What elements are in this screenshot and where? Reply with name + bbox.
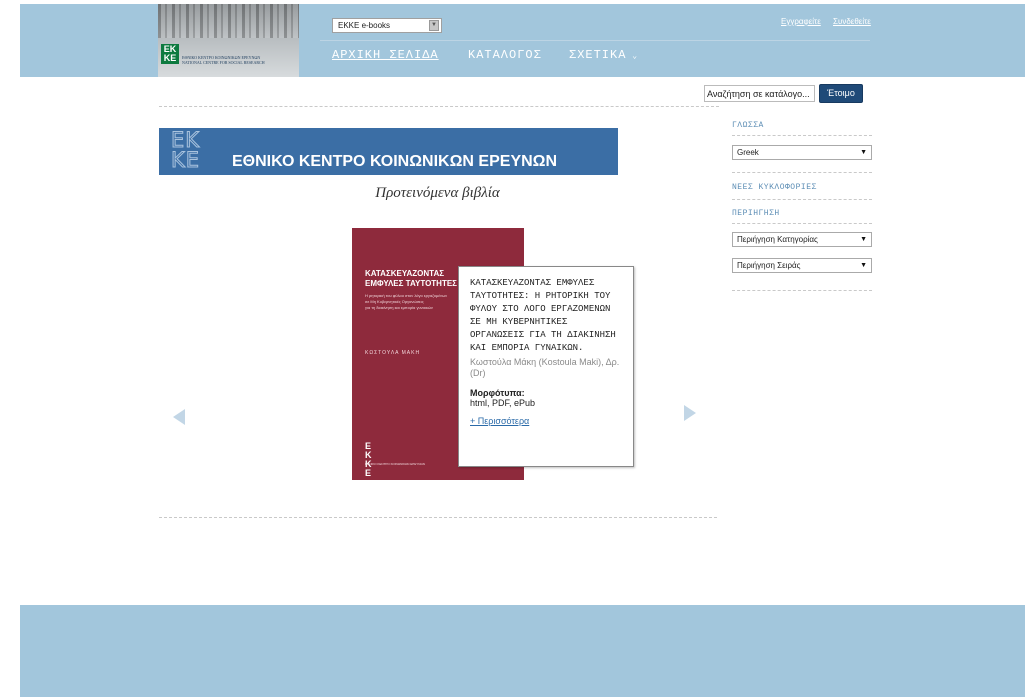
dropdown-arrow-icon: ▼ (860, 236, 867, 243)
browse-category-value: Περιήγηση Κατηγορίας (737, 235, 818, 244)
cover-logo-mark: EK KE (365, 441, 372, 478)
login-link[interactable]: Συνδεθείτε (833, 17, 871, 26)
logo-mark: EK KE (161, 44, 179, 64)
register-link[interactable]: Εγγραφείτε (781, 17, 821, 26)
carousel-prev-icon[interactable] (173, 409, 185, 425)
book-details-popup: ΚΑΤΑΣΚΕΥΑΖΟΝΤΑΣ ΕΜΦΥΛΕΣ ΤΑΥΤΟΤΗΤΕΣ: Η ΡΗ… (458, 266, 634, 467)
language-select-value: Greek (737, 148, 759, 157)
book-author: Κωστούλα Μάκη (Kostoula Maki), Δρ. (Dr) (470, 357, 620, 378)
featured-books-heading: Προτεινόμενα βιβλία (375, 185, 500, 201)
more-link[interactable]: + Περισσότερα (470, 416, 529, 426)
ekke-banner: EK KE ΕΘΝΙΚΟ ΚΕΝΤΡΟ ΚΟΙΝΩΝΙΚΩΝ ΕΡΕΥΝΩΝ (159, 128, 618, 175)
dropdown-arrow-icon: ▼ (860, 149, 867, 156)
search-input[interactable] (704, 85, 815, 102)
divider (159, 106, 719, 107)
site-selector-value: EKKE e-books (338, 21, 391, 30)
cover-publisher: ΕΘΝΙΚΟ ΚΕΝΤΡΟ ΚΟΙΝΩΝΙΚΩΝ ΕΡΕΥΝΩΝ (365, 462, 425, 466)
banner-title: ΕΘΝΙΚΟ ΚΕΝΤΡΟ ΚΟΙΝΩΝΙΚΩΝ ΕΡΕΥΝΩΝ (232, 153, 558, 170)
page: EK KE ΕΘΝΙΚΟ ΚΕΝΤΡΟ ΚΟΙΝΩΝΙΚΩΝ ΕΡΕΥΝΩΝ N… (0, 0, 1025, 697)
browse-heading: ΠΕΡΙΗΓΗΣΗ (732, 209, 780, 218)
book-title: ΚΑΤΑΣΚΕΥΑΖΟΝΤΑΣ ΕΜΦΥΛΕΣ ΤΑΥΤΟΤΗΤΕΣ: Η ΡΗ… (470, 278, 616, 353)
new-releases-link[interactable]: ΝΕΕΣ ΚΥΚΛΟΦΟΡΙΕΣ (732, 183, 817, 192)
cover-title-line: ΚΑΤΑΣΚΕΥΑΖΟΝΤΑΣ (365, 269, 445, 278)
logo-photo (158, 4, 299, 38)
cover-subtitle-line: για τη διακίνηση και εμπορία γυναικών (365, 305, 433, 310)
nav-home[interactable]: ΑΡΧΙΚΗ ΣΕΛΙΔΑ (332, 48, 439, 62)
dropdown-arrow-icon: ▼ (860, 262, 867, 269)
cover-author: ΚΩΣΤΟΥΛΑ ΜΑΚΗ (365, 350, 421, 356)
carousel-next-icon[interactable] (684, 405, 696, 421)
nav-about[interactable]: ΣΧΕΤΙΚΑ ⌄ (569, 48, 638, 62)
divider (732, 135, 872, 136)
nav-about-label: ΣΧΕΤΙΚΑ (569, 48, 627, 62)
divider (732, 223, 872, 224)
browse-category-select[interactable]: Περιήγηση Κατηγορίας ▼ (732, 232, 872, 247)
browse-series-value: Περιήγηση Σειράς (737, 261, 801, 270)
cover-title-line: ΕΜΦΥΛΕΣ ΤΑΥΤΟΤΗΤΕΣ (365, 279, 457, 288)
formats-value: html, PDF, ePub (470, 398, 536, 408)
site-logo[interactable]: EK KE ΕΘΝΙΚΟ ΚΕΝΤΡΟ ΚΟΙΝΩΝΙΚΩΝ ΕΡΕΥΝΩΝ N… (158, 4, 299, 77)
nav-catalog[interactable]: ΚΑΤΑΛΟΓΟΣ (468, 48, 542, 62)
divider (732, 290, 872, 291)
header-divider (320, 40, 870, 41)
cover-subtitle: Η ρητορική του φύλου στον λόγο εργαζομέν… (365, 293, 447, 311)
language-heading: ΓΛΩΣΣΑ (732, 121, 764, 130)
divider (732, 199, 872, 200)
search-button[interactable]: Έτοιμο (819, 84, 863, 103)
cover-title: ΚΑΤΑΣΚΕΥΑΖΟΝΤΑΣ ΕΜΦΥΛΕΣ ΤΑΥΤΟΤΗΤΕΣ (365, 269, 457, 289)
language-select[interactable]: Greek ▼ (732, 145, 872, 160)
footer-bar (20, 605, 1025, 697)
divider (732, 172, 872, 173)
formats-label: Μορφότυπα: (470, 388, 525, 398)
browse-series-select[interactable]: Περιήγηση Σειράς ▼ (732, 258, 872, 273)
banner-mark: EK KE (171, 128, 201, 172)
logo-text-english: NATIONAL CENTRE FOR SOCIAL RESEARCH (182, 60, 265, 65)
site-selector[interactable]: EKKE e-books ▼ (332, 18, 442, 33)
dropdown-arrow-icon: ▼ (429, 20, 439, 31)
divider (159, 517, 717, 518)
chevron-down-icon: ⌄ (626, 52, 639, 61)
